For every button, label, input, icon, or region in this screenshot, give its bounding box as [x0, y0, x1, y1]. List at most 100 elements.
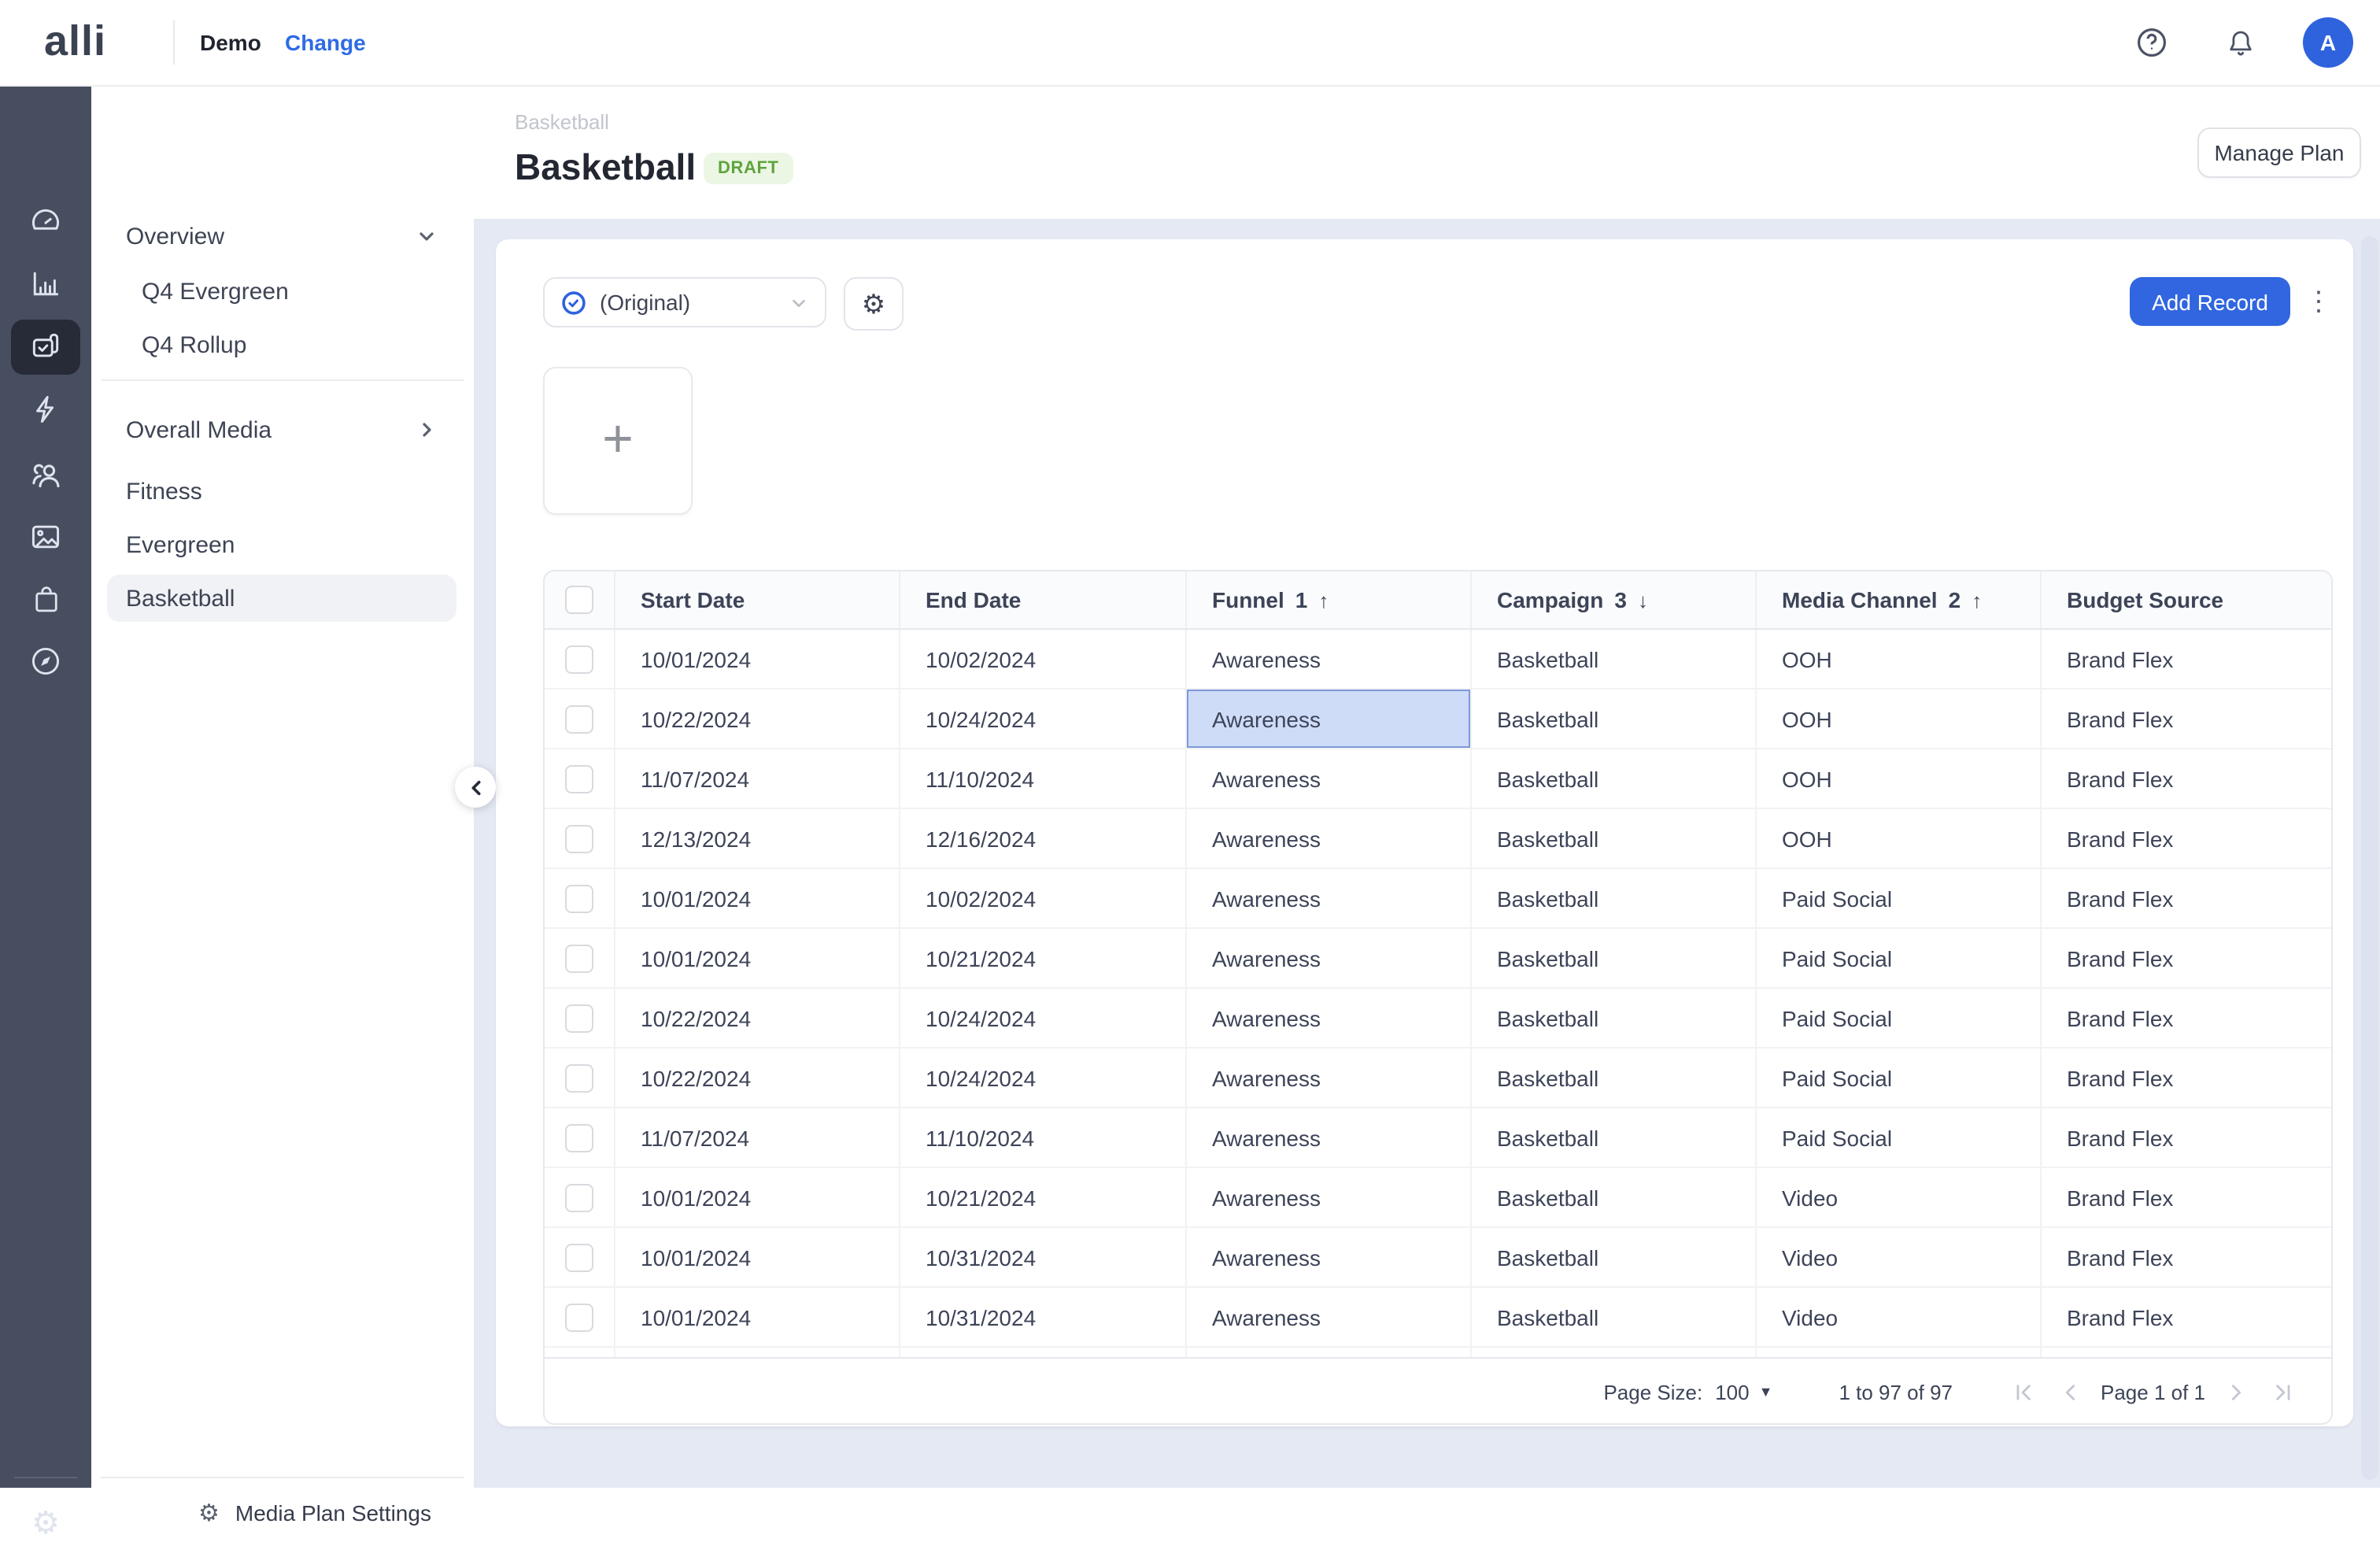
- page-size-select[interactable]: 100▼: [1715, 1380, 1772, 1404]
- table-cell[interactable]: Brand Flex: [2042, 1288, 2331, 1346]
- row-checkbox[interactable]: [565, 1063, 593, 1092]
- nav-item-basketball[interactable]: Basketball: [107, 575, 456, 622]
- nav-item-q4-evergreen[interactable]: Q4 Evergreen: [107, 268, 456, 315]
- prev-page-icon[interactable]: [2053, 1374, 2088, 1409]
- explore-compass-icon[interactable]: [0, 638, 91, 685]
- nav-item-overview[interactable]: Overview: [107, 213, 456, 260]
- table-cell[interactable]: 11/07/2024: [615, 749, 900, 808]
- table-cell[interactable]: 10/01/2024: [615, 929, 900, 987]
- nav-item-q4-rollup[interactable]: Q4 Rollup: [107, 321, 456, 368]
- table-cell[interactable]: 10/01/2024: [615, 1288, 900, 1346]
- table-cell[interactable]: Awareness: [1187, 749, 1472, 808]
- table-cell[interactable]: Paid Social: [1757, 1049, 2042, 1107]
- add-record-button[interactable]: Add Record: [2130, 277, 2290, 326]
- table-cell[interactable]: OOH: [1757, 630, 2042, 688]
- table-cell[interactable]: Video: [1757, 1168, 2042, 1226]
- row-checkbox[interactable]: [565, 824, 593, 853]
- row-checkbox[interactable]: [565, 1123, 593, 1152]
- table-cell[interactable]: Basketball: [1472, 690, 1757, 748]
- user-avatar[interactable]: A: [2303, 17, 2353, 68]
- table-cell[interactable]: Basketball: [1472, 1228, 1757, 1286]
- gauge-dashboard-icon[interactable]: [0, 198, 91, 246]
- lightning-icon[interactable]: [0, 386, 91, 433]
- table-cell[interactable]: 12/16/2024: [900, 809, 1187, 867]
- table-cell[interactable]: Awareness: [1187, 1049, 1472, 1107]
- table-cell[interactable]: OOH: [1757, 749, 2042, 808]
- table-cell[interactable]: Awareness: [1187, 690, 1472, 748]
- settings-gear-icon[interactable]: ⚙: [0, 1502, 91, 1546]
- view-settings-button[interactable]: ⚙: [844, 277, 904, 331]
- table-cell[interactable]: Brand Flex: [2042, 809, 2331, 867]
- column-header-media-channel[interactable]: Media Channel2↑: [1757, 571, 2042, 628]
- table-cell[interactable]: Basketball: [1472, 1049, 1757, 1107]
- table-cell[interactable]: Awareness: [1187, 1288, 1472, 1346]
- row-checkbox[interactable]: [565, 944, 593, 972]
- table-cell[interactable]: Awareness: [1187, 989, 1472, 1047]
- first-page-icon[interactable]: [2006, 1374, 2041, 1409]
- help-icon[interactable]: [2131, 22, 2172, 63]
- next-page-icon[interactable]: [2218, 1374, 2252, 1409]
- table-cell[interactable]: Paid Social: [1757, 989, 2042, 1047]
- table-cell[interactable]: 11/10/2024: [900, 749, 1187, 808]
- nav-item-fitness[interactable]: Fitness: [107, 468, 456, 515]
- table-cell[interactable]: Awareness: [1187, 929, 1472, 987]
- add-view-button[interactable]: +: [543, 367, 693, 515]
- kebab-menu-icon[interactable]: ⋮: [2303, 280, 2334, 324]
- row-checkbox[interactable]: [565, 884, 593, 912]
- table-cell[interactable]: Basketball: [1472, 1108, 1757, 1167]
- column-header-campaign[interactable]: Campaign3↓: [1472, 571, 1757, 628]
- page-scrollbar[interactable]: [2361, 236, 2378, 1480]
- row-checkbox[interactable]: [565, 1243, 593, 1271]
- row-checkbox[interactable]: [565, 1303, 593, 1331]
- column-header-end-date[interactable]: End Date: [900, 571, 1187, 628]
- table-cell[interactable]: Basketball: [1472, 929, 1757, 987]
- table-cell[interactable]: Brand Flex: [2042, 749, 2331, 808]
- table-cell[interactable]: 12/13/2024: [615, 809, 900, 867]
- last-page-icon[interactable]: [2265, 1374, 2300, 1409]
- column-header-budget-source[interactable]: Budget Source: [2042, 571, 2331, 628]
- nav-item-overall-media[interactable]: Overall Media: [107, 406, 456, 453]
- table-cell[interactable]: 10/02/2024: [900, 630, 1187, 688]
- column-header-funnel[interactable]: Funnel1↑: [1187, 571, 1472, 628]
- row-checkbox[interactable]: [565, 645, 593, 673]
- table-cell[interactable]: Basketball: [1472, 1168, 1757, 1226]
- table-cell[interactable]: 10/01/2024: [615, 869, 900, 927]
- table-cell[interactable]: Brand Flex: [2042, 1228, 2331, 1286]
- table-cell[interactable]: 10/21/2024: [900, 929, 1187, 987]
- notifications-bell-icon[interactable]: [2219, 22, 2260, 63]
- table-cell[interactable]: Awareness: [1187, 1108, 1472, 1167]
- table-cell[interactable]: Basketball: [1472, 809, 1757, 867]
- table-cell[interactable]: Paid Social: [1757, 929, 2042, 987]
- change-workspace-link[interactable]: Change: [285, 30, 366, 55]
- table-cell[interactable]: Brand Flex: [2042, 630, 2331, 688]
- audiences-users-icon[interactable]: [0, 450, 91, 497]
- table-cell[interactable]: Brand Flex: [2042, 1049, 2331, 1107]
- table-cell[interactable]: 10/24/2024: [900, 690, 1187, 748]
- table-cell[interactable]: Paid Social: [1757, 1108, 2042, 1167]
- table-cell[interactable]: 10/31/2024: [900, 1288, 1187, 1346]
- table-cell[interactable]: 10/01/2024: [615, 1168, 900, 1226]
- table-cell[interactable]: Awareness: [1187, 630, 1472, 688]
- table-cell[interactable]: Awareness: [1187, 1228, 1472, 1286]
- row-checkbox[interactable]: [565, 705, 593, 733]
- table-cell[interactable]: Paid Social: [1757, 869, 2042, 927]
- row-checkbox[interactable]: [565, 1183, 593, 1211]
- table-cell[interactable]: 10/24/2024: [900, 989, 1187, 1047]
- table-cell[interactable]: Awareness: [1187, 809, 1472, 867]
- table-cell[interactable]: Video: [1757, 1228, 2042, 1286]
- media-plan-clipboard-check-icon[interactable]: [0, 323, 91, 370]
- collapse-sidebar-button[interactable]: [455, 767, 496, 808]
- table-cell[interactable]: Brand Flex: [2042, 929, 2331, 987]
- table-cell[interactable]: Brand Flex: [2042, 690, 2331, 748]
- table-cell[interactable]: 10/22/2024: [615, 690, 900, 748]
- table-cell[interactable]: 10/21/2024: [900, 1168, 1187, 1226]
- table-cell[interactable]: 10/01/2024: [615, 1228, 900, 1286]
- table-cell[interactable]: OOH: [1757, 690, 2042, 748]
- table-cell[interactable]: 10/02/2024: [900, 869, 1187, 927]
- table-cell[interactable]: Basketball: [1472, 749, 1757, 808]
- table-cell[interactable]: Brand Flex: [2042, 1108, 2331, 1167]
- table-cell[interactable]: Video: [1757, 1288, 2042, 1346]
- column-header-start-date[interactable]: Start Date: [615, 571, 900, 628]
- table-cell[interactable]: 10/22/2024: [615, 989, 900, 1047]
- creative-image-icon[interactable]: [0, 513, 91, 560]
